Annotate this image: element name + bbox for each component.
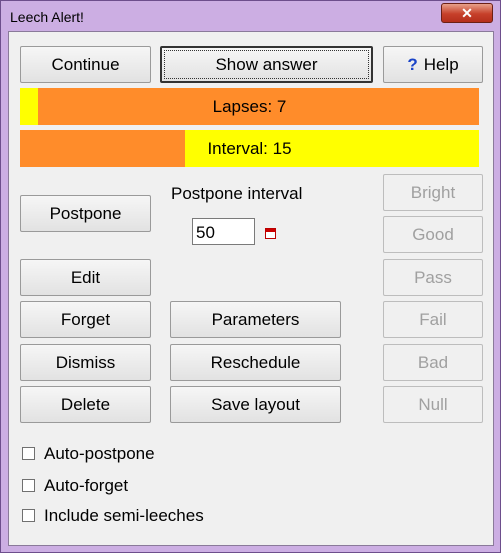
parameters-label: Parameters — [211, 310, 300, 329]
window-title: Leech Alert! — [10, 9, 84, 25]
include-semi-leeches-label[interactable]: Include semi-leeches — [44, 506, 204, 526]
grade-button-fail[interactable]: Fail — [383, 301, 483, 338]
interval-bar: Interval: 15 — [20, 130, 479, 167]
close-button[interactable]: ✕ — [441, 3, 493, 23]
edit-label: Edit — [70, 268, 101, 287]
delete-button[interactable]: Delete — [20, 386, 151, 423]
forget-button[interactable]: Forget — [20, 301, 151, 338]
dismiss-label: Dismiss — [55, 353, 116, 372]
close-icon: ✕ — [461, 5, 473, 21]
parameters-button[interactable]: Parameters — [170, 301, 341, 338]
show-answer-button[interactable]: Show answer — [160, 46, 373, 83]
help-button[interactable]: ? Help — [383, 46, 483, 83]
save-layout-label: Save layout — [211, 395, 300, 414]
grade-good-label: Good — [412, 225, 454, 244]
interval-bar-label: Interval: 15 — [207, 139, 292, 158]
title-bar[interactable]: Leech Alert! ✕ — [1, 1, 500, 31]
grade-bad-label: Bad — [417, 353, 449, 372]
continue-label: Continue — [51, 55, 120, 74]
grade-button-pass[interactable]: Pass — [383, 259, 483, 296]
grade-bright-label: Bright — [410, 183, 456, 202]
save-layout-button[interactable]: Save layout — [170, 386, 341, 423]
auto-postpone-label[interactable]: Auto-postpone — [44, 444, 155, 464]
reschedule-label: Reschedule — [210, 353, 301, 372]
lapses-bar: Lapses: 7 — [20, 88, 479, 125]
reschedule-button[interactable]: Reschedule — [170, 344, 341, 381]
auto-forget-label[interactable]: Auto-forget — [44, 476, 128, 496]
postpone-label: Postpone — [49, 204, 122, 223]
dialog-client-area: Continue Show answer ? Help Lapses: 7 Int… — [8, 31, 494, 546]
continue-button[interactable]: Continue — [20, 46, 151, 83]
grade-pass-label: Pass — [414, 268, 452, 287]
show-answer-label: Show answer — [215, 55, 318, 74]
help-label: Help — [423, 55, 459, 74]
grade-button-good[interactable]: Good — [383, 216, 483, 253]
edit-button[interactable]: Edit — [20, 259, 151, 296]
include-semi-leeches-checkbox[interactable] — [22, 509, 35, 522]
postpone-interval-label: Postpone interval — [171, 184, 303, 203]
dismiss-button[interactable]: Dismiss — [20, 344, 151, 381]
forget-label: Forget — [60, 310, 111, 329]
grade-button-bad[interactable]: Bad — [383, 344, 483, 381]
auto-postpone-checkbox[interactable] — [22, 447, 35, 460]
delete-label: Delete — [60, 395, 111, 414]
leech-alert-window: Leech Alert! ✕ Continue Show answer ? Hel… — [0, 0, 501, 553]
auto-forget-checkbox[interactable] — [22, 479, 35, 492]
calendar-icon[interactable] — [265, 228, 276, 239]
postpone-interval-input[interactable] — [192, 218, 255, 245]
grade-button-bright[interactable]: Bright — [383, 174, 483, 211]
grade-null-label: Null — [418, 395, 448, 414]
postpone-button[interactable]: Postpone — [20, 195, 151, 232]
grade-button-null[interactable]: Null — [383, 386, 483, 423]
lapses-bar-label: Lapses: 7 — [212, 97, 287, 116]
grade-fail-label: Fail — [419, 310, 447, 329]
help-question-icon: ? — [407, 55, 418, 74]
